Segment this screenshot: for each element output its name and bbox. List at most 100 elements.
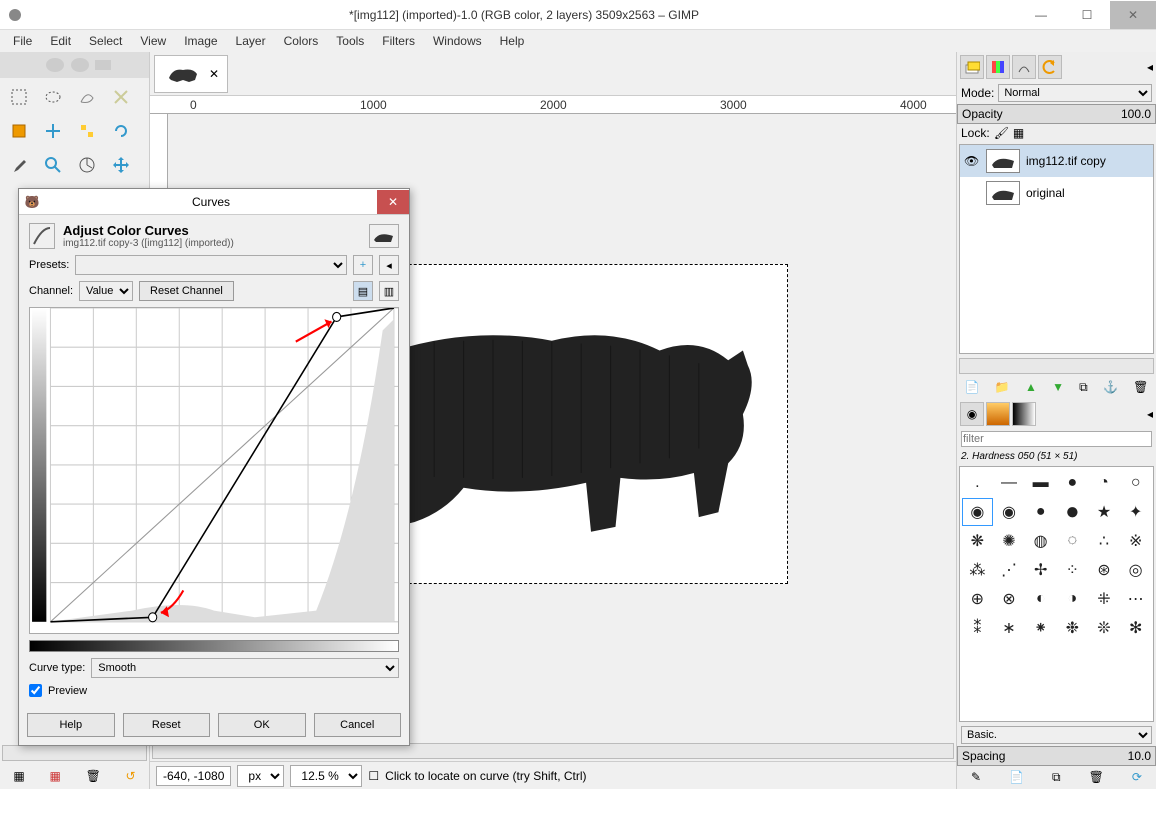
rotate-tool[interactable] [108, 118, 134, 144]
brush-preset-select[interactable]: Basic. [961, 726, 1152, 744]
layer-down-icon[interactable]: ▼ [1052, 380, 1064, 395]
brush-item[interactable]: ⁕ [1025, 614, 1056, 642]
layer-scroll[interactable] [959, 358, 1154, 374]
brush-item[interactable]: ✺ [994, 527, 1025, 555]
brush-filter-input[interactable] [961, 431, 1152, 447]
ok-button[interactable]: OK [218, 713, 306, 737]
brush-item[interactable]: ○ [1120, 469, 1151, 497]
layer-name[interactable]: original [1026, 186, 1065, 200]
brush-item[interactable]: ◌ [1057, 527, 1088, 555]
toolbox-btn-3[interactable]: 🗑 [86, 769, 101, 783]
brush-item[interactable]: ◑ [1057, 585, 1088, 613]
toolbox-btn-4[interactable]: ↺ [126, 769, 136, 783]
delete-layer-icon[interactable]: 🗑 [1133, 380, 1148, 395]
brush-preset-2[interactable] [986, 402, 1010, 426]
brush-item[interactable]: ◐ [1025, 585, 1056, 613]
duplicate-layer-icon[interactable]: ⧉ [1079, 380, 1088, 395]
zoom-select[interactable]: 12.5 % [290, 765, 362, 787]
maximize-button[interactable]: ☐ [1064, 1, 1110, 29]
add-preset-icon[interactable]: + [353, 255, 373, 275]
brush-item[interactable]: ⁂ [962, 556, 993, 584]
brush-item[interactable]: ❉ [1057, 614, 1088, 642]
curve-type-select[interactable]: Smooth [91, 658, 399, 678]
brush-item[interactable]: ✢ [1025, 556, 1056, 584]
toolbox-scroll[interactable] [2, 745, 147, 761]
crop-tool[interactable] [6, 118, 32, 144]
ellipse-select-tool[interactable] [40, 84, 66, 110]
unit-select[interactable]: px [237, 765, 284, 787]
channels-tab-icon[interactable] [986, 55, 1010, 79]
close-button[interactable]: ✕ [1110, 1, 1156, 29]
opacity-slider[interactable]: Opacity 100.0 [957, 104, 1156, 124]
preview-checkbox[interactable] [29, 684, 42, 697]
menu-colors[interactable]: Colors [276, 32, 327, 50]
brush-item[interactable]: — [994, 469, 1025, 497]
brush-item[interactable]: ⋯ [1120, 585, 1151, 613]
brush-item[interactable]: ※ [1120, 527, 1151, 555]
lock-pixels-icon[interactable]: 🖌 [994, 126, 1009, 140]
menu-filters[interactable]: Filters [374, 32, 423, 50]
layer-row[interactable]: original [960, 177, 1153, 209]
reset-button[interactable]: Reset [123, 713, 211, 737]
curve-graph[interactable] [29, 307, 399, 634]
duplicate-brush-icon[interactable]: ⧉ [1052, 770, 1061, 785]
brush-item[interactable]: ◉ [994, 498, 1025, 526]
paths-tab-icon[interactable] [1012, 55, 1036, 79]
fuzzy-select-tool[interactable] [108, 84, 134, 110]
color-picker-tool[interactable] [6, 152, 32, 178]
visibility-icon[interactable]: 👁 [964, 154, 980, 168]
histogram-log-icon[interactable]: ▥ [379, 281, 399, 301]
brush-item[interactable]: ⊗ [994, 585, 1025, 613]
brush-item[interactable]: ◉ [962, 498, 993, 526]
dialog-close-button[interactable]: ✕ [377, 190, 409, 214]
menu-help[interactable]: Help [492, 32, 533, 50]
channel-select[interactable]: Value [79, 281, 133, 301]
align-tool[interactable] [74, 118, 100, 144]
delete-brush-icon[interactable]: 🗑 [1089, 770, 1104, 785]
menu-windows[interactable]: Windows [425, 32, 490, 50]
lock-alpha-icon[interactable]: ▦ [1013, 126, 1024, 140]
brush-item[interactable]: ◔ [1089, 469, 1120, 497]
brush-item[interactable]: ⊛ [1089, 556, 1120, 584]
brush-item[interactable]: ◎ [1120, 556, 1151, 584]
edit-brush-icon[interactable]: ✎ [971, 770, 981, 785]
reset-channel-button[interactable]: Reset Channel [139, 281, 234, 301]
menu-select[interactable]: Select [81, 32, 130, 50]
brush-item[interactable]: ✦ [1120, 498, 1151, 526]
preset-menu-icon[interactable]: ◂ [379, 255, 399, 275]
brush-preset-1[interactable]: ◉ [960, 402, 984, 426]
menu-layer[interactable]: Layer [228, 32, 274, 50]
brush-item[interactable]: ⋰ [994, 556, 1025, 584]
anchor-layer-icon[interactable]: ⚓ [1103, 380, 1118, 395]
brush-item[interactable]: ∗ [994, 614, 1025, 642]
brush-item[interactable]: ✻ [1120, 614, 1151, 642]
移动-tool[interactable] [40, 118, 66, 144]
measure-tool[interactable] [74, 152, 100, 178]
free-select-tool[interactable] [74, 84, 100, 110]
brush-item[interactable]: ● [1025, 498, 1056, 526]
zoom-tool[interactable] [40, 152, 66, 178]
panel-menu-icon[interactable]: ◂ [1147, 60, 1153, 74]
cancel-button[interactable]: Cancel [314, 713, 402, 737]
help-button[interactable]: Help [27, 713, 115, 737]
brush-item[interactable]: ▬ [1025, 469, 1056, 497]
presets-select[interactable] [75, 255, 347, 275]
brush-item[interactable]: ● [1057, 498, 1088, 526]
move-tool[interactable] [108, 152, 134, 178]
new-brush-icon[interactable]: 📄 [1009, 770, 1024, 785]
brush-item[interactable]: ⁑ [962, 614, 993, 642]
menu-view[interactable]: View [132, 32, 174, 50]
histogram-linear-icon[interactable]: ▤ [353, 281, 373, 301]
brush-item[interactable]: ❊ [1089, 614, 1120, 642]
menu-file[interactable]: File [5, 32, 40, 50]
brush-item[interactable]: ❋ [962, 527, 993, 555]
refresh-brush-icon[interactable]: ⟳ [1132, 770, 1142, 785]
brush-item[interactable]: ⁜ [1089, 585, 1120, 613]
brush-item[interactable]: ⁘ [1057, 556, 1088, 584]
brush-item[interactable]: ∴ [1089, 527, 1120, 555]
toolbox-btn-2[interactable]: ▦ [49, 769, 60, 783]
layer-name[interactable]: img112.tif copy [1026, 154, 1106, 168]
image-tab[interactable]: ✕ [154, 55, 228, 93]
locate-toggle-icon[interactable]: ☐ [368, 769, 379, 783]
menu-tools[interactable]: Tools [328, 32, 372, 50]
